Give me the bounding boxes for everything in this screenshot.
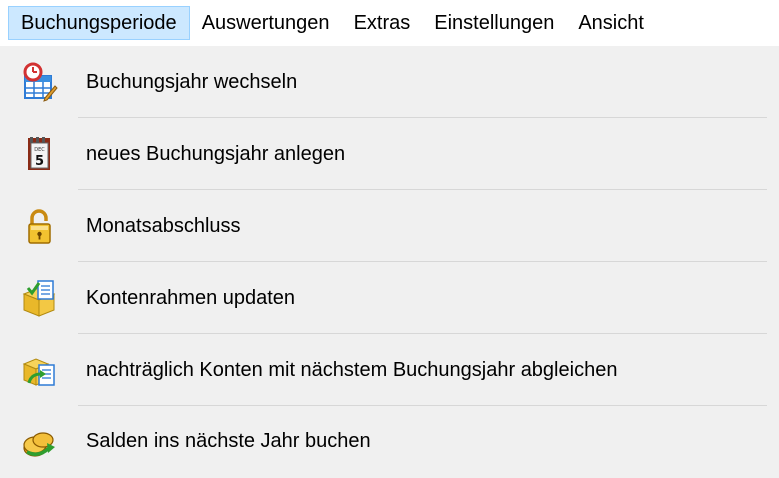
menu-extras[interactable]: Extras [342, 6, 423, 40]
padlock-icon [0, 190, 78, 262]
calendar-page-icon: DEC 5 [0, 118, 78, 190]
menu-bar: Buchungsperiode Auswertungen Extras Eins… [0, 0, 779, 46]
svg-text:DEC: DEC [34, 147, 45, 153]
menu-einstellungen[interactable]: Einstellungen [422, 6, 566, 40]
menu-item-label: Salden ins nächste Jahr buchen [86, 430, 371, 452]
menu-item-monatsabschluss[interactable]: Monatsabschluss [0, 190, 779, 262]
menu-ansicht[interactable]: Ansicht [566, 6, 656, 40]
buchungsperiode-dropdown: Buchungsjahr wechseln DEC 5 neues Buchun… [0, 46, 779, 477]
svg-text:5: 5 [35, 154, 44, 169]
menu-item-konten-abgleichen[interactable]: nachträglich Konten mit nächstem Buchung… [0, 334, 779, 406]
folder-update-icon [0, 262, 78, 334]
menu-item-label: Monatsabschluss [86, 214, 241, 237]
menu-item-label: neues Buchungsjahr anlegen [86, 142, 346, 165]
menu-item-label: Kontenrahmen updaten [86, 286, 296, 309]
menu-buchungsperiode[interactable]: Buchungsperiode [8, 6, 190, 40]
menu-item-neues-buchungsjahr-anlegen[interactable]: DEC 5 neues Buchungsjahr anlegen [0, 118, 779, 190]
menu-item-salden-buchen[interactable]: Salden ins nächste Jahr buchen [0, 406, 779, 477]
menu-auswertungen[interactable]: Auswertungen [190, 6, 342, 40]
menu-item-kontenrahmen-updaten[interactable]: Kontenrahmen updaten [0, 262, 779, 334]
folder-transfer-icon [0, 334, 78, 406]
menu-item-label: Buchungsjahr wechseln [86, 70, 298, 93]
coin-transfer-icon [0, 406, 78, 478]
calendar-grid-pencil-icon [0, 46, 78, 118]
menu-item-label: nachträglich Konten mit nächstem Buchung… [86, 358, 618, 381]
menu-item-buchungsjahr-wechseln[interactable]: Buchungsjahr wechseln [0, 46, 779, 118]
